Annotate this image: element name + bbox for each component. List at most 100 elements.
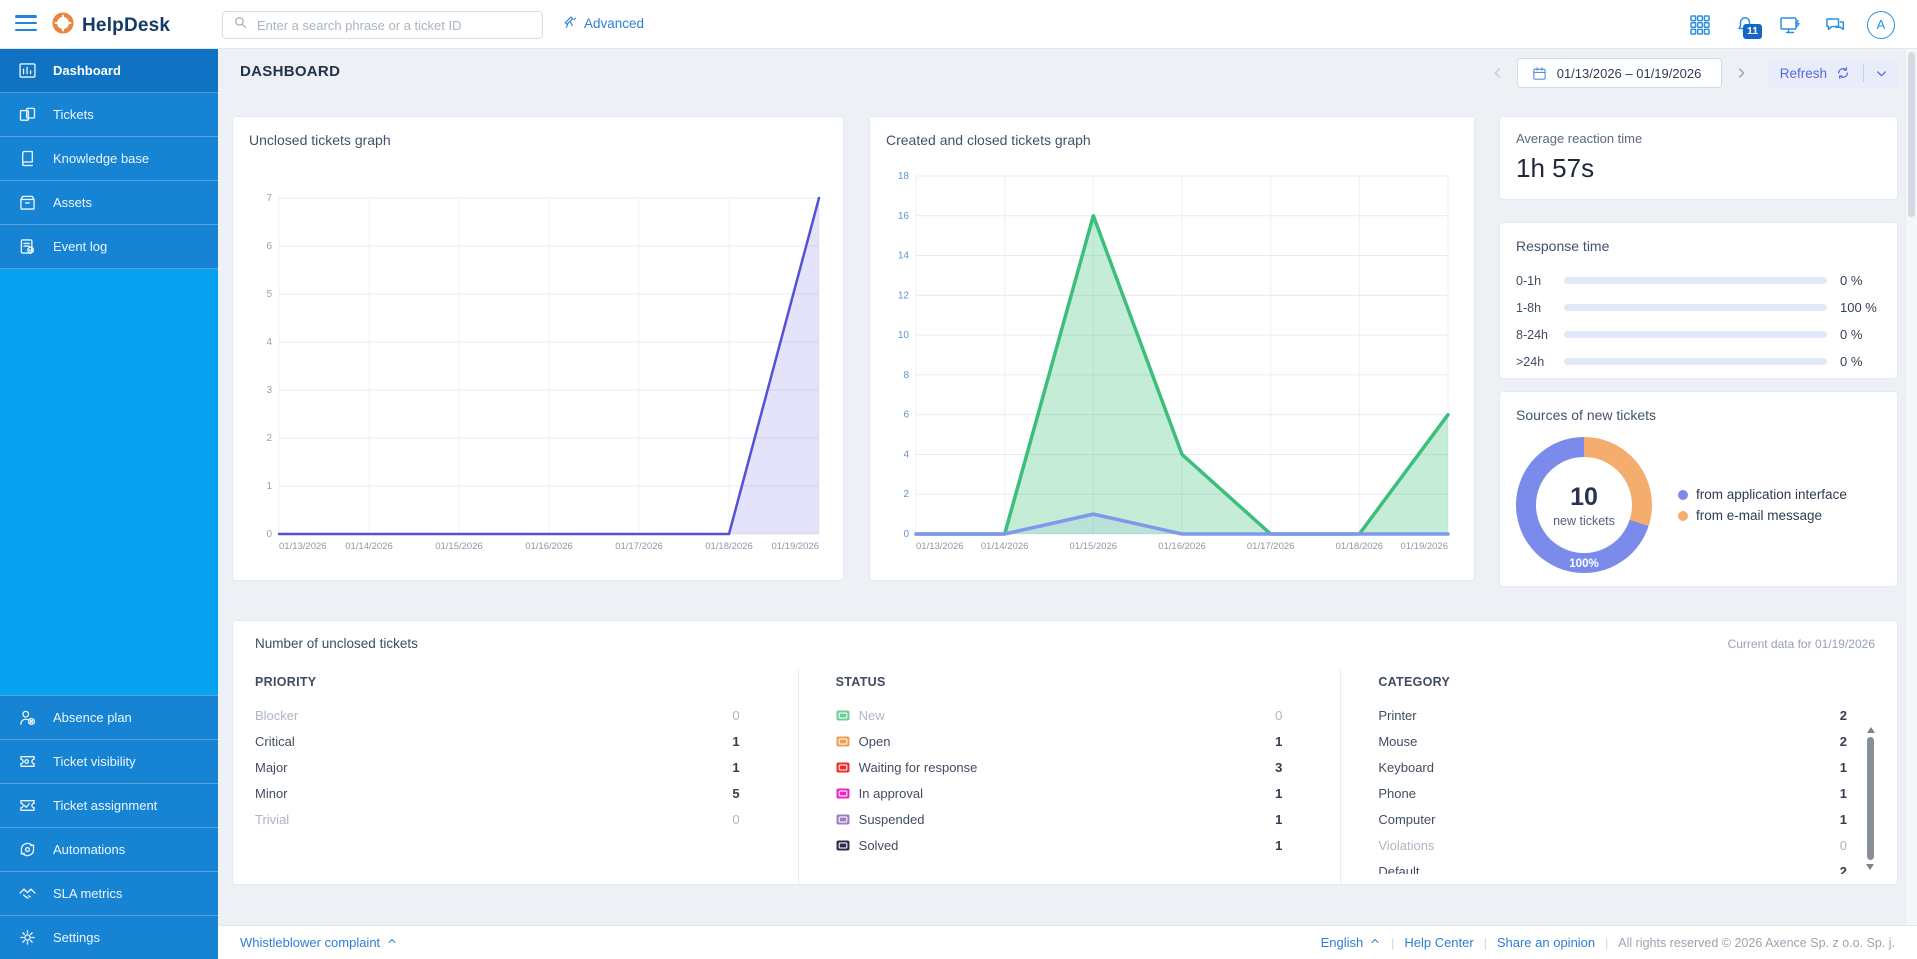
table-row: Minor5: [255, 780, 798, 806]
sidebar-item-event-log[interactable]: Event log: [0, 225, 218, 269]
row-value: 2: [1840, 708, 1847, 723]
settings-icon: [17, 927, 38, 948]
page-scrollbar-thumb[interactable]: [1908, 52, 1915, 217]
row-label: Critical: [255, 734, 732, 749]
svg-text:01/13/2026: 01/13/2026: [916, 541, 964, 552]
sidebar-item-label: Absence plan: [53, 710, 132, 725]
response-bar-track: [1564, 277, 1827, 284]
response-bucket-label: 1-8h: [1516, 301, 1564, 315]
response-time-row: >24h0 %: [1516, 348, 1881, 375]
scroll-up-icon[interactable]: [1867, 727, 1875, 733]
table-row: Mouse2: [1378, 728, 1883, 754]
row-label: Suspended: [859, 812, 1275, 827]
remote-access-icon[interactable]: [1777, 12, 1803, 38]
avatar-letter: A: [1877, 17, 1886, 32]
row-label: New: [859, 708, 1275, 723]
sidebar-item-absence-plan[interactable]: Absence plan: [0, 695, 218, 739]
sidebar-item-automations[interactable]: Automations: [0, 827, 218, 871]
page-scrollbar[interactable]: [1905, 49, 1917, 925]
response-bar-track: [1564, 358, 1827, 365]
sidebar-item-settings[interactable]: Settings: [0, 915, 218, 959]
category-scrollbar-thumb[interactable]: [1867, 737, 1874, 860]
response-bucket-value: 0 %: [1827, 273, 1881, 288]
share-an-opinion-link[interactable]: Share an opinion: [1497, 935, 1595, 950]
scroll-down-icon[interactable]: [1866, 864, 1874, 870]
footer-right: English | Help Center | Share an opinion…: [1321, 935, 1895, 950]
card-title: Unclosed tickets graph: [233, 117, 843, 148]
sidebar-item-assets[interactable]: Assets: [0, 181, 218, 225]
sidebar-item-dashboard[interactable]: Dashboard: [0, 49, 218, 93]
sidebar-item-sla-metrics[interactable]: SLA metrics: [0, 871, 218, 915]
footer: Whistleblower complaint English | Help C…: [218, 925, 1917, 959]
svg-text:01/14/2026: 01/14/2026: [981, 541, 1029, 552]
sidebar-item-ticket-assignment[interactable]: Ticket assignment: [0, 783, 218, 827]
svg-text:01/19/2026: 01/19/2026: [1400, 541, 1448, 552]
row-value: 1: [732, 760, 739, 775]
event-log-icon: [17, 236, 38, 257]
svg-text:2: 2: [266, 433, 272, 444]
language-selector[interactable]: English: [1321, 935, 1382, 950]
topbar: HelpDesk Advanced 11: [0, 0, 1917, 49]
table-row: Computer1: [1378, 806, 1883, 832]
svg-text:16: 16: [898, 211, 910, 222]
row-value: 2: [1840, 734, 1847, 749]
row-value: 3: [1275, 760, 1282, 775]
notifications-badge: 11: [1743, 24, 1762, 39]
chat-icon[interactable]: [1822, 12, 1848, 38]
notifications-bell-icon[interactable]: 11: [1732, 12, 1758, 38]
created-closed-tickets-chart: 02468101214161801/13/202601/14/202601/15…: [884, 150, 1458, 574]
refresh-button[interactable]: Refresh: [1768, 65, 1863, 81]
help-center-link[interactable]: Help Center: [1404, 935, 1473, 950]
pie-legend: from application interfacefrom e-mail me…: [1678, 481, 1847, 529]
row-label: Default: [1378, 864, 1839, 875]
previous-period-icon[interactable]: [1488, 63, 1508, 83]
app-root: HelpDesk Advanced 11: [0, 0, 1917, 959]
table-row: Blocker0: [255, 702, 798, 728]
apps-grid-icon[interactable]: [1687, 12, 1713, 38]
svg-text:14: 14: [898, 251, 910, 262]
svg-text:4: 4: [266, 337, 272, 348]
ticket-assignment-icon: [17, 795, 38, 816]
ticket-status-icon: [836, 788, 850, 799]
advanced-search-label: Advanced: [584, 16, 644, 31]
response-bucket-value: 100 %: [1827, 300, 1881, 315]
search-input[interactable]: [257, 18, 533, 33]
row-value: 1: [1275, 812, 1282, 827]
whistleblower-complaint-link[interactable]: Whistleblower complaint: [240, 935, 398, 950]
table-row: New0: [836, 702, 1341, 728]
app-logo: HelpDesk: [52, 12, 170, 39]
next-period-icon[interactable]: [1731, 63, 1751, 83]
unclosed-tickets-card: Unclosed tickets graph 0123456701/13/202…: [232, 116, 844, 581]
response-time-card: Response time 0-1h0 %1-8h100 %8-24h0 %>2…: [1499, 222, 1898, 379]
category-scrollbar[interactable]: [1864, 727, 1877, 870]
table-row: Keyboard1: [1378, 754, 1883, 780]
table-row: Waiting for response3: [836, 754, 1341, 780]
new-tickets-label: new tickets: [1553, 514, 1615, 528]
svg-text:01/14/2026: 01/14/2026: [345, 541, 393, 552]
sidebar-top-group: DashboardTicketsKnowledge baseAssetsEven…: [0, 49, 218, 269]
card-title: Created and closed tickets graph: [870, 117, 1474, 148]
row-label: Open: [859, 734, 1275, 749]
refresh-options-chevron-icon[interactable]: [1864, 58, 1898, 88]
column-header: CATEGORY: [1378, 675, 1883, 689]
search-icon: [232, 14, 249, 36]
date-range-picker[interactable]: 01/13/2026 – 01/19/2026: [1517, 58, 1722, 88]
ticket-status-icon: [836, 762, 850, 773]
row-value: 2: [1840, 864, 1847, 875]
user-avatar[interactable]: A: [1867, 11, 1895, 39]
row-label: Solved: [859, 838, 1275, 853]
sidebar-item-knowledge-base[interactable]: Knowledge base: [0, 137, 218, 181]
sidebar-item-tickets[interactable]: Tickets: [0, 93, 218, 137]
advanced-search-link[interactable]: Advanced: [562, 14, 644, 33]
row-label: Major: [255, 760, 732, 775]
row-value: 0: [1840, 838, 1847, 853]
row-label: Minor: [255, 786, 732, 801]
row-label: Keyboard: [1378, 760, 1839, 775]
automations-icon: [17, 839, 38, 860]
new-tickets-count: 10: [1570, 483, 1598, 512]
row-label: Violations: [1378, 838, 1839, 853]
hamburger-menu-icon[interactable]: [15, 15, 37, 33]
sources-donut-chart: 10 new tickets 100%: [1516, 437, 1652, 573]
sidebar-item-ticket-visibility[interactable]: Ticket visibility: [0, 739, 218, 783]
sidebar-item-label: Settings: [53, 930, 100, 945]
